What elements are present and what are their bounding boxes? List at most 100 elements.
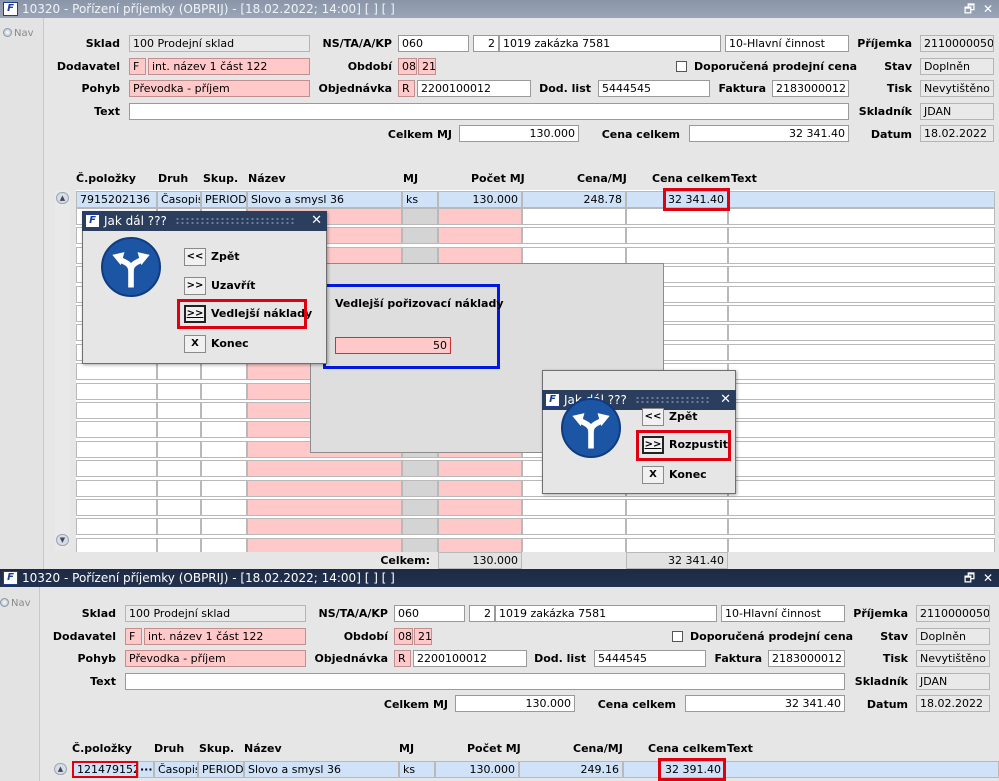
top-row-skup[interactable]: PERIODIK: [201, 191, 247, 208]
top-row-mj[interactable]: ks: [402, 191, 438, 208]
bottom-row-skup[interactable]: PERIODIK: [198, 761, 244, 778]
col-header-text[interactable]: Text: [731, 172, 757, 186]
col-header-skup[interactable]: Skup.: [203, 172, 238, 186]
empty-grid-cell[interactable]: [728, 305, 995, 322]
nav-toggle[interactable]: Nav: [3, 28, 34, 39]
empty-grid-cell[interactable]: [402, 499, 438, 516]
empty-grid-cell[interactable]: [402, 460, 438, 477]
empty-grid-cell[interactable]: [728, 480, 995, 497]
empty-grid-cell[interactable]: [157, 441, 201, 458]
empty-grid-cell[interactable]: [522, 227, 626, 244]
empty-grid-cell[interactable]: [728, 441, 995, 458]
col-header-cena-mj[interactable]: Cena/MJ: [577, 172, 627, 186]
bottom-row-pocet[interactable]: 130.000: [435, 761, 519, 778]
top-window-controls[interactable]: 🗗 ✕: [964, 0, 995, 18]
b-stav-field[interactable]: Doplněn: [916, 628, 990, 645]
bottom-row-ellipsis-button[interactable]: ···: [138, 761, 154, 778]
empty-grid-cell[interactable]: [201, 441, 247, 458]
col-header-cpolozky[interactable]: Č.položky: [76, 172, 136, 186]
dialog1-vedlejsi-naklady-button[interactable]: >>: [184, 305, 206, 323]
empty-grid-cell[interactable]: [76, 402, 157, 419]
bottom-row-cena-celkem[interactable]: 32 391.40: [623, 761, 725, 778]
b-objednavka-field[interactable]: 2200100012: [413, 650, 527, 667]
bottom-row-text[interactable]: [725, 761, 999, 778]
empty-grid-cell[interactable]: [728, 363, 995, 380]
empty-grid-cell[interactable]: [157, 383, 201, 400]
empty-grid-cell[interactable]: [76, 480, 157, 497]
empty-grid-cell[interactable]: [157, 480, 201, 497]
empty-grid-cell[interactable]: [201, 421, 247, 438]
vedlejsi-naklady-input[interactable]: 50: [335, 337, 451, 354]
empty-grid-cell[interactable]: [438, 247, 522, 264]
bottom-row-mj[interactable]: ks: [399, 761, 435, 778]
b-scroll-up-icon[interactable]: ▲: [54, 763, 67, 775]
dialog1-uzavrit-button[interactable]: >>: [184, 277, 206, 295]
empty-grid-cell[interactable]: [438, 208, 522, 225]
bottom-row-druh[interactable]: Časopis: [154, 761, 198, 778]
bottom-window-controls[interactable]: 🗗 ✕: [964, 569, 995, 587]
bottom-nav-toggle[interactable]: Nav: [0, 598, 31, 609]
empty-grid-cell[interactable]: [157, 499, 201, 516]
b-dodavatel-code-field[interactable]: F: [125, 628, 142, 645]
text-field[interactable]: [129, 103, 849, 120]
b-objednavka-code-field[interactable]: R: [394, 650, 411, 667]
prijemka-field[interactable]: 2110000050: [920, 35, 994, 52]
empty-grid-cell[interactable]: [402, 247, 438, 264]
empty-grid-cell[interactable]: [728, 286, 995, 303]
b-col-header-cena-celkem[interactable]: Cena celkem: [648, 742, 726, 756]
empty-grid-cell[interactable]: [157, 460, 201, 477]
ns-field[interactable]: 060: [398, 35, 469, 52]
empty-grid-cell[interactable]: [157, 518, 201, 535]
empty-grid-cell[interactable]: [438, 499, 522, 516]
bottom-row-nazev[interactable]: Slovo a smysl 36: [244, 761, 399, 778]
b-dodlist-field[interactable]: 5444545: [594, 650, 706, 667]
empty-grid-cell[interactable]: [728, 227, 995, 244]
empty-grid-cell[interactable]: [522, 518, 626, 535]
pohyb-field[interactable]: Převodka - příjem: [129, 80, 310, 97]
empty-grid-cell[interactable]: [438, 227, 522, 244]
empty-grid-cell[interactable]: [157, 402, 201, 419]
empty-grid-cell[interactable]: [522, 247, 626, 264]
ta-number-field[interactable]: 2: [473, 35, 499, 52]
datum-field[interactable]: 18.02.2022: [920, 125, 994, 142]
empty-grid-cell[interactable]: [626, 499, 728, 516]
empty-grid-cell[interactable]: [626, 227, 728, 244]
tisk-field[interactable]: Nevytištěno: [920, 80, 994, 97]
doporucena-checkbox[interactable]: [676, 61, 687, 72]
top-row-text[interactable]: [728, 191, 995, 208]
empty-grid-cell[interactable]: [728, 499, 995, 516]
empty-grid-cell[interactable]: [438, 518, 522, 535]
faktura-field[interactable]: 2183000012: [772, 80, 849, 97]
scroll-down-icon[interactable]: ▼: [56, 534, 69, 546]
empty-grid-cell[interactable]: [728, 460, 995, 477]
top-row-cena-mj[interactable]: 248.78: [522, 191, 626, 208]
scroll-up-icon[interactable]: ▲: [56, 192, 69, 204]
b-col-header-cpolozky[interactable]: Č.položky: [72, 742, 132, 756]
b-col-header-text[interactable]: Text: [727, 742, 753, 756]
dialog2-zpet-button[interactable]: <<: [642, 408, 664, 426]
stav-field[interactable]: Doplněn: [920, 58, 994, 75]
empty-grid-cell[interactable]: [201, 363, 247, 380]
b-ta-number-field[interactable]: 2: [469, 605, 495, 622]
empty-grid-cell[interactable]: [402, 518, 438, 535]
top-row-druh[interactable]: Časopis: [157, 191, 201, 208]
empty-grid-cell[interactable]: [728, 208, 995, 225]
empty-grid-cell[interactable]: [76, 460, 157, 477]
b-col-header-skup[interactable]: Skup.: [199, 742, 234, 756]
empty-grid-cell[interactable]: [76, 363, 157, 380]
empty-grid-cell[interactable]: [438, 480, 522, 497]
skladnik-field[interactable]: JDAN: [920, 103, 994, 120]
b-tisk-field[interactable]: Nevytištěno: [916, 650, 990, 667]
dodlist-field[interactable]: 5444545: [598, 80, 710, 97]
empty-grid-cell[interactable]: [402, 480, 438, 497]
empty-grid-cell[interactable]: [728, 266, 995, 283]
col-header-druh[interactable]: Druh: [158, 172, 188, 186]
empty-grid-cell[interactable]: [626, 208, 728, 225]
dodavatel-code-field[interactable]: F: [129, 58, 146, 75]
dialog2-konec-button[interactable]: X: [642, 466, 664, 484]
b-col-header-cena-mj[interactable]: Cena/MJ: [573, 742, 623, 756]
b-pohyb-field[interactable]: Převodka - příjem: [125, 650, 306, 667]
b-col-header-druh[interactable]: Druh: [154, 742, 184, 756]
empty-grid-cell[interactable]: [247, 460, 402, 477]
empty-grid-cell[interactable]: [522, 208, 626, 225]
